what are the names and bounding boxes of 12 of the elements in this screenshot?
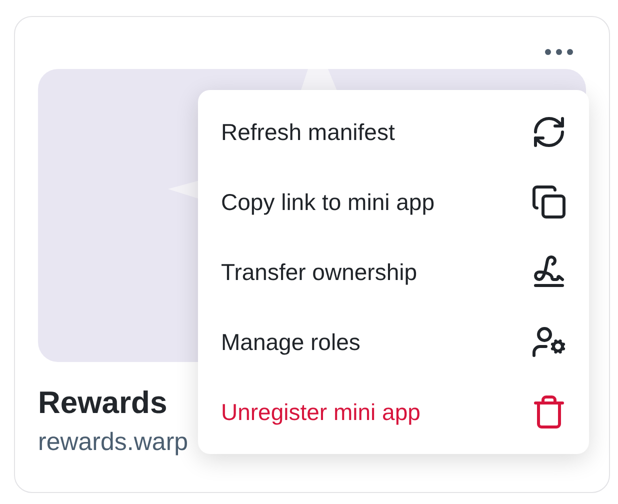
copy-icon (531, 184, 567, 220)
menu-item[interactable]: Manage roles (198, 307, 589, 377)
user-gear-icon (531, 324, 567, 360)
menu-item[interactable]: Transfer ownership (198, 237, 589, 307)
app-title: Rewards (38, 384, 168, 422)
refresh-icon (531, 114, 567, 150)
menu-item[interactable]: Unregister mini app (198, 377, 589, 447)
menu-item[interactable]: Copy link to mini app (198, 167, 589, 237)
app-domain: rewards.warp (38, 426, 188, 458)
signature-icon (531, 254, 567, 290)
menu-item[interactable]: Refresh manifest (198, 97, 589, 167)
trash-icon (531, 394, 567, 430)
